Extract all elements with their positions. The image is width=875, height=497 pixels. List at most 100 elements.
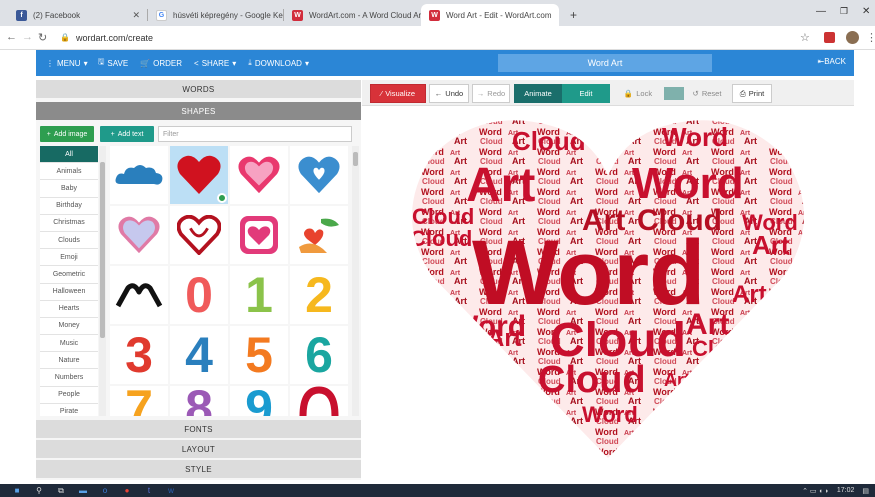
digit-six-shape[interactable]: 6 xyxy=(290,326,348,384)
back-button[interactable]: ⇤BACK xyxy=(818,57,847,66)
url-field[interactable]: 🔒 wordart.com/create xyxy=(60,29,805,46)
add-image-button[interactable]: + Add image xyxy=(40,126,94,142)
shapes-label: SHAPES xyxy=(181,106,216,116)
order-button[interactable]: 🛒 ORDER xyxy=(140,59,182,68)
wordart-toolbar: ⋮ MENU ▾ 🖫 SAVE 🛒 ORDER < SHARE ▾ ⤓ DOWNLOAD ▾ W… xyxy=(36,50,854,76)
browser-tab-google[interactable]: G húsvéti képregény - Google Kere ✕ xyxy=(148,4,284,26)
fonts-section-header[interactable]: FONTS xyxy=(36,420,361,438)
category-list: All Animals Baby Birthday Christmas Clou… xyxy=(40,146,98,416)
digit-three-shape[interactable]: 3 xyxy=(110,326,168,384)
hands-heart-shape[interactable] xyxy=(290,206,348,264)
outlook-icon[interactable]: o xyxy=(94,484,116,497)
cloud-word-art: Art xyxy=(487,325,522,352)
word-icon[interactable]: w xyxy=(160,484,182,497)
category-item[interactable]: Emoji xyxy=(40,249,98,267)
shape-grid-scrollbar[interactable] xyxy=(352,146,359,416)
category-item[interactable]: Hearts xyxy=(40,300,98,318)
maximize-icon[interactable]: ❐ xyxy=(840,6,848,17)
color-swatch[interactable] xyxy=(664,87,684,100)
browser-tab-wordart-edit[interactable]: W Word Art - Edit - WordArt.com ✕ xyxy=(421,4,559,26)
undo-button[interactable]: ← Undo xyxy=(429,84,469,103)
digit-two-shape[interactable]: 2 xyxy=(290,266,348,324)
chrome-icon[interactable]: ● xyxy=(116,484,138,497)
word-cloud-canvas[interactable]: Word Art Cloud Art Art Cloud Word Word A… xyxy=(362,106,854,480)
reset-button[interactable]: ↺ Reset xyxy=(688,84,726,103)
close-window-icon[interactable]: ✕ xyxy=(862,6,870,17)
category-item[interactable]: Birthday xyxy=(40,197,98,215)
system-tray-icons[interactable]: ⌃ ▭ ◖ ◗ xyxy=(802,487,829,495)
close-tab-icon[interactable]: ✕ xyxy=(124,10,140,21)
style-section-header[interactable]: STYLE xyxy=(36,460,361,478)
teams-icon[interactable]: t xyxy=(138,484,160,497)
browser-tab-wordart[interactable]: W WordArt.com - A Word Cloud Art ✕ xyxy=(284,4,421,26)
digit-nine-shape[interactable]: 9 xyxy=(230,383,288,416)
task-view-icon[interactable]: ⧉ xyxy=(50,484,72,497)
lock-button[interactable]: 🔒 Lock xyxy=(618,84,658,103)
digit-eight-shape[interactable]: 8 xyxy=(170,383,228,416)
search-icon[interactable]: ⚲ xyxy=(28,484,50,497)
heart-blue-shape[interactable] xyxy=(290,146,348,204)
file-explorer-icon[interactable]: ▬ xyxy=(72,484,94,497)
category-item[interactable]: Music xyxy=(40,335,98,353)
digit-four-shape[interactable]: 4 xyxy=(170,326,228,384)
words-section-header[interactable]: WORDS xyxy=(36,80,361,98)
forward-arrow-icon[interactable]: → xyxy=(22,31,33,43)
undo-icon: ← xyxy=(434,89,443,98)
category-item[interactable]: All xyxy=(40,146,98,164)
category-scrollbar[interactable] xyxy=(99,146,106,416)
heart-shape-selected[interactable] xyxy=(170,146,228,204)
heart-square-shape[interactable] xyxy=(230,206,288,264)
lock-icon: 🔒 xyxy=(623,89,634,98)
category-item[interactable]: Clouds xyxy=(40,231,98,250)
category-item[interactable]: Christmas xyxy=(40,214,98,232)
extension-icon[interactable] xyxy=(824,32,835,43)
notifications-icon[interactable]: ▤ xyxy=(862,487,869,495)
cloud-word-word: Word xyxy=(582,402,638,427)
shapes-section-header[interactable]: SHAPES xyxy=(36,102,361,120)
red-swirl-shape[interactable] xyxy=(290,386,348,416)
reload-icon[interactable]: ↻ xyxy=(38,31,47,44)
digit-one-shape[interactable]: 1 xyxy=(230,266,288,324)
category-item[interactable]: Pirate xyxy=(40,403,98,416)
animate-button[interactable]: Animate xyxy=(514,84,562,103)
bookmark-star-icon[interactable]: ☆ xyxy=(800,31,810,44)
artwork-title-field[interactable]: Word Art xyxy=(498,54,712,72)
layout-section-header[interactable]: LAYOUT xyxy=(36,440,361,458)
category-item[interactable]: Animals xyxy=(40,163,98,181)
visualize-button[interactable]: ⁄ Visualize xyxy=(370,84,426,103)
category-item[interactable]: Geometric xyxy=(40,266,98,284)
category-item[interactable]: Baby xyxy=(40,180,98,198)
save-button[interactable]: 🖫 SAVE xyxy=(98,56,129,70)
heart-outline-shape[interactable] xyxy=(110,206,168,264)
category-item[interactable]: Nature xyxy=(40,352,98,370)
back-label: BACK xyxy=(824,57,846,66)
digit-seven-shape[interactable]: 7 xyxy=(110,383,168,416)
redo-button[interactable]: → Redo xyxy=(472,84,510,103)
add-text-button[interactable]: + Add text xyxy=(100,126,154,142)
digit-zero-shape[interactable]: 0 xyxy=(170,266,228,324)
digit-five-shape[interactable]: 5 xyxy=(230,326,288,384)
new-tab-button[interactable]: + xyxy=(562,4,582,26)
back-arrow-icon[interactable]: ← xyxy=(6,31,17,43)
heart-pink-shape[interactable] xyxy=(230,146,288,204)
windows-start-icon[interactable]: ■ xyxy=(6,484,28,497)
filter-input[interactable]: Filter xyxy=(158,126,352,142)
category-item[interactable]: People xyxy=(40,386,98,404)
menu-button[interactable]: ⋮ MENU ▾ xyxy=(46,59,88,68)
download-button[interactable]: ⤓ DOWNLOAD ▾ xyxy=(248,58,309,68)
heart-arrow-shape[interactable] xyxy=(170,206,228,264)
hands-heart-black-shape[interactable] xyxy=(110,266,168,324)
cloud-shape[interactable] xyxy=(110,146,168,204)
category-item[interactable]: Numbers xyxy=(40,369,98,387)
minimize-icon[interactable]: — xyxy=(816,6,826,17)
share-button[interactable]: < SHARE ▾ xyxy=(194,59,236,68)
category-item[interactable]: Halloween xyxy=(40,283,98,301)
browser-menu-icon[interactable]: ⋮ xyxy=(866,31,875,44)
browser-tab-facebook[interactable]: f (2) Facebook ✕ xyxy=(8,4,148,26)
avatar[interactable] xyxy=(846,31,859,44)
close-tab-icon[interactable]: ✕ xyxy=(552,10,559,21)
edit-button[interactable]: Edit xyxy=(562,84,610,103)
print-button[interactable]: ⎙ Print xyxy=(732,84,772,103)
windows-taskbar: ■ ⚲ ⧉ ▬ o ● t w ⌃ ▭ ◖ ◗ 17:02 ▤ xyxy=(0,484,875,497)
category-item[interactable]: Money xyxy=(40,317,98,336)
